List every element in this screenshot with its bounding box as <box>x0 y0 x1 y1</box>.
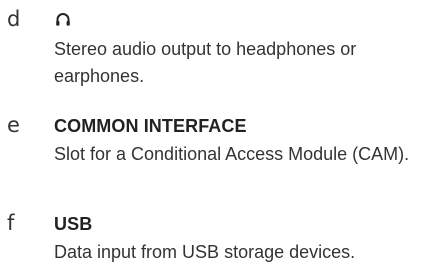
item-description: Stereo audio output to headphones or ear… <box>54 39 357 86</box>
item-title: USB <box>54 214 93 234</box>
item-title: COMMON INTERFACE <box>54 116 247 136</box>
item-letter: d <box>7 7 21 31</box>
item-description: Data input from USB storage devices. <box>54 242 356 262</box>
item-description: Slot for a Conditional Access Module (CA… <box>54 144 410 164</box>
item-letter: f <box>7 211 15 235</box>
item-letter: e <box>7 113 20 137</box>
headphones-icon <box>56 13 70 26</box>
